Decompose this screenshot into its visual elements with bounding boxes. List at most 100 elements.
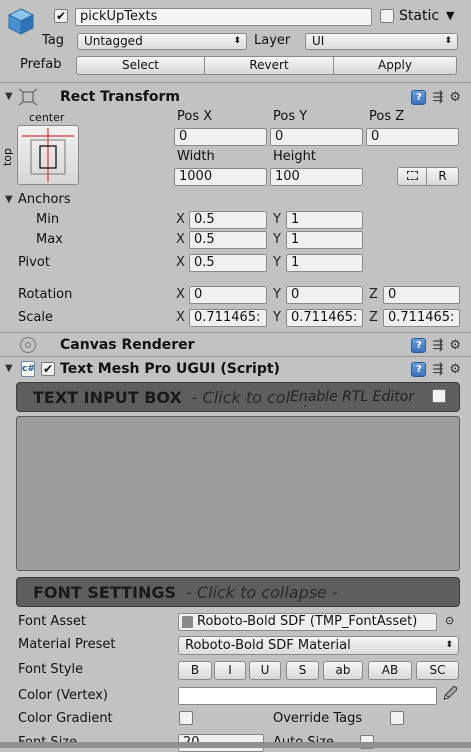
font-style-uppercase-button[interactable]: AB — [368, 661, 412, 680]
font-settings-hint: - Click to collapse - — [186, 583, 338, 602]
rect-transform-title: Rect Transform — [60, 89, 181, 105]
eyedropper-icon[interactable]: 🖉 — [443, 686, 458, 702]
foldout-arrow-icon[interactable]: ▼ — [5, 358, 13, 380]
anchor-min-y-field[interactable]: 1 — [286, 211, 363, 229]
preset-sliders-icon[interactable]: ⇶ — [432, 90, 443, 105]
tmp-component-header[interactable]: ▼ c# ✔ Text Mesh Pro UGUI (Script) ? ⇶ ⚙ — [0, 358, 471, 380]
font-style-underline-button[interactable]: U — [249, 661, 281, 680]
blueprint-mode-button[interactable] — [397, 167, 427, 186]
material-preset-dropdown[interactable]: Roboto-Bold SDF Material ⬍ — [178, 636, 459, 655]
font-style-smallcaps-button[interactable]: SC — [416, 661, 459, 680]
layer-dropdown[interactable]: UI ⬍ — [305, 33, 458, 50]
pos-y-field[interactable]: 0 — [270, 128, 363, 146]
prefab-select-button[interactable]: Select — [76, 56, 205, 75]
rect-transform-icon — [18, 88, 38, 106]
font-style-lowercase-button[interactable]: ab — [323, 661, 363, 680]
divider — [0, 332, 471, 333]
scale-label: Scale — [18, 310, 53, 325]
anchors-foldout-arrow-icon[interactable]: ▼ — [5, 189, 13, 211]
help-book-icon[interactable]: ? — [411, 337, 427, 353]
pivot-x-field[interactable]: 0.5 — [189, 254, 267, 272]
font-style-bold-button[interactable]: B — [178, 661, 212, 680]
pos-y-label: Pos Y — [273, 109, 308, 124]
raw-edit-button[interactable]: R — [426, 167, 459, 186]
divider — [0, 82, 471, 83]
script-file-icon: c# — [21, 361, 35, 377]
color-vertex-swatch[interactable] — [178, 687, 437, 705]
gameobject-cube-icon — [6, 6, 36, 36]
rotation-y-axis: Y — [273, 287, 281, 302]
tmp-enabled-checkbox[interactable]: ✔ — [41, 362, 55, 376]
tag-dropdown[interactable]: Untagged ⬍ — [77, 33, 247, 50]
gear-icon[interactable]: ⚙ — [449, 90, 461, 105]
anchor-max-y-axis: Y — [273, 232, 281, 247]
rtl-editor-checkbox[interactable] — [432, 389, 446, 403]
anchor-min-y-axis: Y — [273, 212, 281, 227]
prefab-label: Prefab — [20, 57, 62, 72]
component-tools: ? ⇶ ⚙ — [411, 358, 461, 380]
text-input-box-title: TEXT INPUT BOX — [33, 388, 182, 407]
anchor-preset-icon — [22, 128, 74, 182]
override-tags-label: Override Tags — [273, 711, 363, 726]
object-name-field[interactable]: pickUpTexts — [75, 8, 372, 26]
prefab-revert-button[interactable]: Revert — [204, 56, 334, 75]
font-asset-label: Font Asset — [18, 614, 86, 629]
rotation-y-field[interactable]: 0 — [286, 286, 363, 304]
text-input-area[interactable] — [16, 416, 460, 571]
font-settings-section[interactable]: FONT SETTINGS - Click to collapse - — [16, 577, 460, 607]
font-style-italic-button[interactable]: I — [214, 661, 246, 680]
color-gradient-label: Color Gradient — [18, 711, 113, 726]
foldout-arrow-icon[interactable]: ▼ — [5, 86, 13, 108]
font-style-strikethrough-button[interactable]: S — [286, 661, 319, 680]
pivot-y-field[interactable]: 1 — [286, 254, 363, 272]
canvas-renderer-header[interactable]: Canvas Renderer ? ⇶ ⚙ — [0, 334, 471, 356]
anchor-max-y-field[interactable]: 1 — [286, 231, 363, 249]
rtl-editor-label: Enable RTL Editor — [290, 389, 419, 405]
scale-x-field[interactable]: 0.711465: — [189, 309, 267, 327]
object-picker-icon[interactable]: ⊙ — [445, 613, 454, 629]
help-book-icon[interactable]: ? — [411, 89, 427, 105]
font-settings-title: FONT SETTINGS — [33, 583, 177, 602]
scale-z-axis: Z — [369, 310, 378, 325]
font-asset-field[interactable]: Roboto-Bold SDF (TMP_FontAsset) — [178, 613, 437, 631]
anchor-max-x-field[interactable]: 0.5 — [189, 231, 267, 249]
rect-transform-header[interactable]: ▼ Rect Transform ? ⇶ ⚙ — [0, 86, 471, 108]
scale-z-field[interactable]: 0.711465: — [383, 309, 460, 327]
height-field[interactable]: 100 — [270, 168, 363, 186]
preset-sliders-icon[interactable]: ⇶ — [432, 362, 443, 377]
help-book-icon[interactable]: ? — [411, 361, 427, 377]
static-checkbox[interactable] — [380, 9, 394, 23]
gear-icon[interactable]: ⚙ — [449, 338, 461, 353]
chevron-updown-icon: ⬍ — [444, 36, 452, 46]
anchor-preset-button[interactable] — [17, 125, 79, 185]
rotation-x-axis: X — [176, 287, 185, 302]
layer-label: Layer — [254, 33, 291, 48]
layer-value: UI — [312, 34, 325, 48]
anchor-min-label: Min — [36, 212, 60, 227]
tag-value: Untagged — [84, 34, 143, 48]
width-field[interactable]: 1000 — [174, 168, 267, 186]
active-checkbox[interactable]: ✔ — [54, 9, 68, 23]
override-tags-checkbox[interactable] — [390, 711, 404, 725]
pivot-x-axis: X — [176, 255, 185, 270]
pos-z-field[interactable]: 0 — [366, 128, 459, 146]
bottom-scroll-edge — [0, 742, 471, 748]
gear-icon[interactable]: ⚙ — [449, 362, 461, 377]
preset-sliders-icon[interactable]: ⇶ — [432, 338, 443, 353]
pivot-y-axis: Y — [273, 255, 281, 270]
pos-x-field[interactable]: 0 — [174, 128, 267, 146]
scale-y-axis: Y — [273, 310, 281, 325]
prefab-apply-button[interactable]: Apply — [333, 56, 457, 75]
pos-z-label: Pos Z — [369, 109, 405, 124]
material-preset-value: Roboto-Bold SDF Material — [185, 638, 351, 653]
tmp-component-title: Text Mesh Pro UGUI (Script) — [60, 361, 280, 377]
rotation-z-field[interactable]: 0 — [383, 286, 460, 304]
font-asset-icon — [182, 616, 193, 628]
anchor-min-x-field[interactable]: 0.5 — [189, 211, 267, 229]
chevron-updown-icon: ⬍ — [445, 640, 453, 650]
static-dropdown-arrow-icon[interactable]: ▼ — [446, 8, 454, 24]
scale-y-field[interactable]: 0.711465: — [286, 309, 363, 327]
canvas-renderer-icon — [20, 337, 36, 353]
color-gradient-checkbox[interactable] — [179, 711, 193, 725]
rotation-x-field[interactable]: 0 — [189, 286, 267, 304]
